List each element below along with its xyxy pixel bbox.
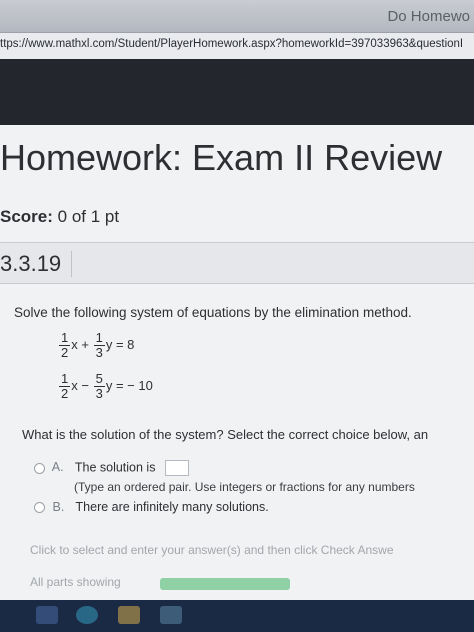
choice-a-hint: (Type an ordered pair. Use integers or f… [74,480,415,494]
equation-2: 12x − 53y = − 10 [59,371,153,401]
question-prompt: What is the solution of the system? Sele… [22,427,429,442]
choice-b[interactable]: B. There are infinitely many solutions. [34,500,269,514]
choice-text: The solution is [74,460,156,475]
progress-fill [160,578,290,590]
choice-a[interactable]: A. The solution is [34,460,189,476]
windows-start-icon[interactable] [36,606,58,624]
browser-toolbar [0,59,474,125]
choice-letter: A. [51,460,64,475]
choice-letter: B. [52,500,65,514]
question-header: 3.3.19 [0,242,474,284]
folder-icon[interactable] [118,606,140,624]
browser-icon[interactable] [76,606,98,624]
instruction-footer: Click to select and enter your answer(s)… [30,543,394,557]
media-player-icon[interactable] [160,606,182,624]
answer-input[interactable] [164,460,189,476]
address-bar[interactable]: ttps://www.mathxl.com/Student/PlayerHome… [0,32,474,60]
fraction: 12 [59,330,71,360]
homework-page: Homework: Exam II Review Score: 0 of 1 p… [0,125,474,600]
window-title: Do Homewo [387,8,470,25]
fraction: 13 [93,330,105,360]
progress-bar [160,578,290,590]
score-value: 0 of 1 pt [57,207,120,226]
radio-button-a[interactable] [34,462,45,474]
score-row: Score: 0 of 1 pt [0,207,119,227]
fraction: 53 [93,371,105,401]
radio-button-b[interactable] [34,502,45,514]
choice-text: There are infinitely many solutions. [75,500,269,514]
question-instruction: Solve the following system of equations … [14,305,412,320]
taskbar [0,600,474,632]
score-label: Score: [0,207,53,226]
question-number: 3.3.19 [0,251,73,277]
equation-1: 12x + 13y = 8 [59,330,135,360]
fraction: 12 [59,371,71,401]
page-title: Homework: Exam II Review [0,137,443,178]
browser-title-bar: Do Homewo [0,0,474,32]
url-text[interactable]: ttps://www.mathxl.com/Student/PlayerHome… [0,38,463,50]
parts-showing-label: All parts showing [30,575,121,589]
